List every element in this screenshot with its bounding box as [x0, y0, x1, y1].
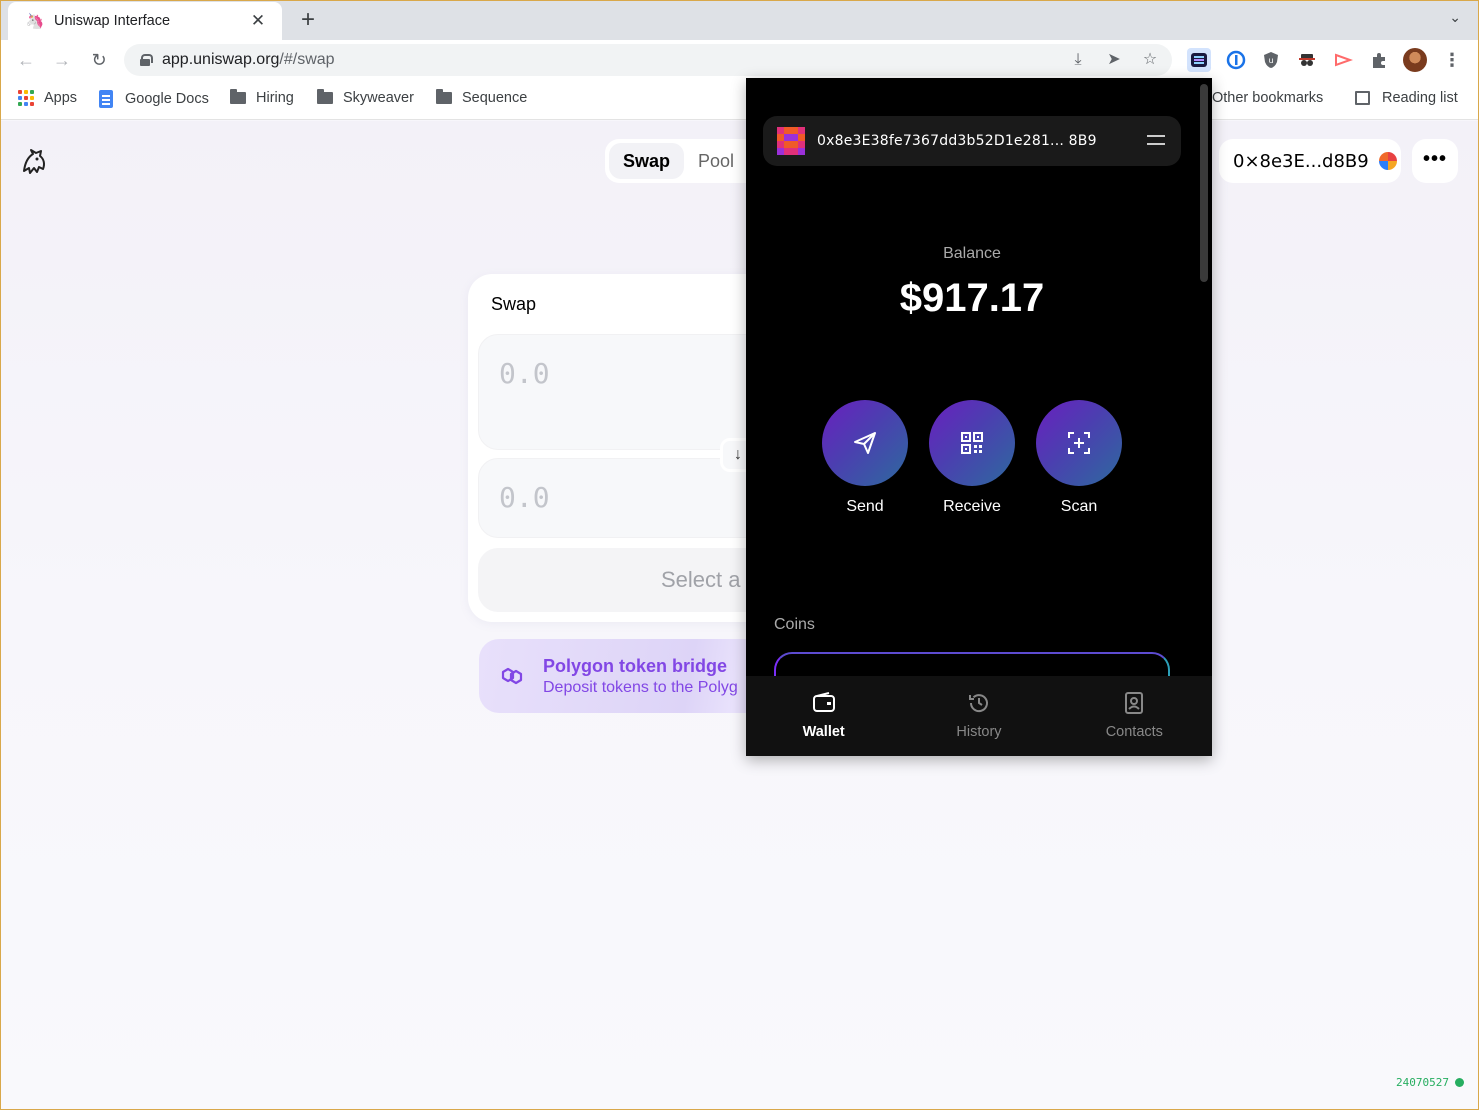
back-icon[interactable]: ← — [14, 48, 38, 72]
browser-toolbar: ← → ↻ app.uniswap.org /#/swap ⤓ ➤ ☆ u ⋮ — [0, 40, 1479, 80]
new-tab-button[interactable]: + — [296, 6, 320, 34]
qr-code-icon — [929, 400, 1015, 486]
profile-avatar[interactable] — [1403, 48, 1427, 72]
scan-button[interactable]: Scan — [1036, 400, 1122, 516]
ublock-shield-icon[interactable]: u — [1261, 50, 1281, 70]
build-number[interactable]: 24070527 — [1396, 1076, 1464, 1089]
send-to-device-icon[interactable]: ➤ — [1104, 50, 1124, 70]
folder-icon — [317, 89, 333, 104]
bookmark-label: Skyweaver — [343, 90, 414, 106]
bookmark-label: Apps — [44, 90, 78, 106]
scan-icon — [1036, 400, 1122, 486]
bookmark-skyweaver[interactable]: Skyweaver — [317, 89, 414, 106]
account-avatar — [1378, 152, 1397, 170]
forward-icon[interactable]: → — [50, 48, 74, 72]
nav-history[interactable]: History — [901, 676, 1056, 756]
address-bar[interactable]: app.uniswap.org /#/swap ⤓ ➤ ☆ — [124, 44, 1172, 76]
nav-wallet[interactable]: Wallet — [746, 676, 901, 756]
bookmark-label: Reading list — [1382, 90, 1458, 106]
receive-button[interactable]: Receive — [929, 400, 1015, 516]
folder-icon — [436, 89, 452, 104]
coins-heading: Coins — [774, 616, 815, 633]
url-path: /#/swap — [279, 51, 335, 68]
nav-wallet-label: Wallet — [802, 724, 845, 740]
wallet-icon — [746, 690, 901, 716]
uniswap-page: Swap Pool 0×8e3E...d8B9 ••• Swap 0.0 0.0… — [1, 121, 1478, 1109]
spy-extension-icon[interactable] — [1297, 50, 1317, 70]
folder-icon — [230, 89, 246, 104]
wallet-address: 0x8e3E38fe7367dd3b52D1e281... 8B9 — [817, 133, 1097, 149]
tab-search-chevron-icon[interactable]: ⌄ — [1449, 9, 1461, 26]
tab-bar: 🦄 Uniswap Interface ✕ + ⌄ — [0, 0, 1479, 40]
contacts-book-icon — [1057, 690, 1212, 716]
wallet-bottom-nav: Wallet History Contacts — [746, 676, 1212, 756]
bridge-subtitle: Deposit tokens to the Polyg — [543, 678, 738, 696]
more-menu-button[interactable]: ••• — [1412, 139, 1458, 183]
close-tab-icon[interactable]: ✕ — [248, 11, 268, 31]
receive-label: Receive — [943, 498, 1001, 515]
bookmark-other[interactable]: Other bookmarks — [1212, 90, 1323, 106]
google-docs-icon — [99, 90, 113, 108]
output-amount: 0.0 — [499, 481, 550, 514]
extensions-puzzle-icon[interactable] — [1369, 50, 1389, 70]
bookmark-sequence[interactable]: Sequence — [436, 89, 528, 106]
lock-icon[interactable] — [140, 54, 153, 66]
build-label: 24070527 — [1396, 1076, 1449, 1089]
browser-tab[interactable]: 🦄 Uniswap Interface ✕ — [8, 2, 282, 40]
send-label: Send — [846, 498, 884, 515]
status-dot — [1455, 1078, 1464, 1087]
balance-label: Balance — [943, 245, 1001, 262]
bookmark-label: Hiring — [256, 90, 294, 106]
nav-contacts[interactable]: Contacts — [1057, 676, 1212, 756]
reading-list[interactable]: Reading list — [1355, 90, 1458, 106]
reading-list-icon — [1355, 91, 1370, 105]
wallet-identicon — [777, 127, 805, 155]
send-button[interactable]: Send — [822, 400, 908, 516]
browser-menu-icon[interactable]: ⋮ — [1440, 48, 1464, 72]
bookmark-label: Sequence — [462, 90, 528, 106]
tab-title: Uniswap Interface — [54, 13, 171, 29]
bookmark-hiring[interactable]: Hiring — [230, 89, 294, 106]
history-clock-icon — [901, 690, 1056, 716]
sequence-wallet-popup: 0x8e3E38fe7367dd3b52D1e281... 8B9 Balanc… — [746, 78, 1212, 756]
nav-tab-pool[interactable]: Pool — [684, 143, 748, 179]
bridge-title: Polygon token bridge — [543, 655, 728, 676]
record-extension-icon[interactable] — [1333, 50, 1353, 70]
hamburger-menu-icon[interactable] — [1147, 133, 1165, 147]
scan-label: Scan — [1060, 498, 1098, 515]
reload-icon[interactable]: ↻ — [87, 48, 111, 72]
url-host: app.uniswap.org — [162, 51, 280, 68]
unicorn-favicon-icon: 🦄 — [25, 13, 45, 30]
account-address: 0×8e3E...d8B9 — [1233, 150, 1369, 172]
bookmark-label: Google Docs — [125, 91, 209, 107]
bookmark-apps[interactable]: Apps — [18, 90, 77, 106]
uniswap-logo-icon[interactable] — [19, 147, 49, 177]
bookmarks-bar: Apps Google Docs Hiring Skyweaver Sequen… — [0, 80, 1479, 120]
balance-value: $917.17 — [899, 276, 1045, 320]
bookmark-google-docs[interactable]: Google Docs — [99, 90, 209, 108]
bookmark-label: Other bookmarks — [1212, 90, 1324, 106]
polygon-logo-icon — [497, 661, 527, 691]
wallet-scrollbar[interactable] — [1200, 84, 1208, 282]
sequence-wallet-extension-icon[interactable] — [1187, 48, 1211, 72]
wallet-account-bar[interactable]: 0x8e3E38fe7367dd3b52D1e281... 8B9 — [763, 116, 1181, 166]
apps-grid-icon — [18, 90, 34, 106]
nav-history-label: History — [956, 724, 1002, 740]
swap-title: Swap — [491, 294, 537, 314]
bookmark-star-icon[interactable]: ☆ — [1140, 50, 1160, 70]
onepassword-extension-icon[interactable] — [1226, 50, 1246, 70]
input-amount: 0.0 — [499, 357, 550, 390]
install-app-icon[interactable]: ⤓ — [1068, 50, 1088, 70]
account-button[interactable]: 0×8e3E...d8B9 — [1219, 139, 1401, 183]
nav-tab-swap[interactable]: Swap — [609, 143, 685, 179]
svg-text:u: u — [1268, 56, 1273, 65]
send-icon — [822, 400, 908, 486]
nav-contacts-label: Contacts — [1105, 724, 1163, 740]
